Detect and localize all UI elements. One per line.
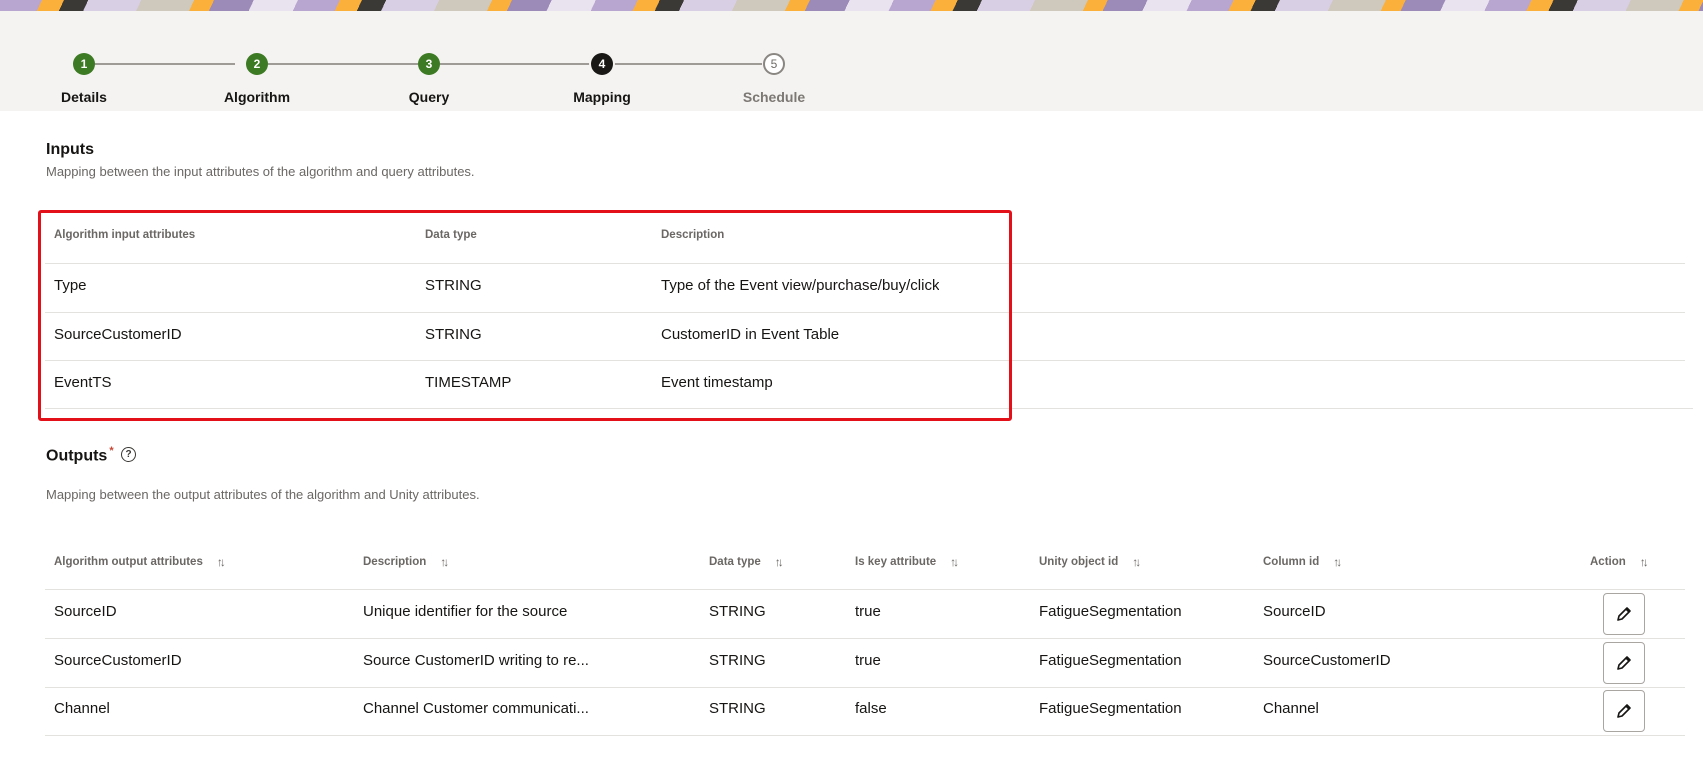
column-header-unity-object-id[interactable]: Unity object id ↑↓ — [1039, 555, 1141, 569]
table-cell: Channel — [54, 700, 110, 717]
table-cell: Unique identifier for the source — [363, 603, 568, 620]
step-train: 1 Details 2 Algorithm 3 Query 4 Mapping … — [0, 11, 1703, 111]
edit-button[interactable] — [1603, 690, 1645, 732]
table-cell: SourceID — [54, 603, 117, 620]
step-connector — [440, 63, 590, 65]
step-4-indicator[interactable]: 4 — [591, 53, 613, 75]
step-1-indicator[interactable]: 1 — [73, 53, 95, 75]
step-connector — [612, 63, 762, 65]
row-divider — [45, 638, 1685, 639]
outputs-description: Mapping between the output attributes of… — [46, 487, 480, 502]
sort-arrows-icon[interactable]: ↑↓ — [950, 555, 959, 569]
table-cell: Source CustomerID writing to re... — [363, 652, 589, 669]
pencil-icon — [1617, 704, 1631, 718]
column-header-data-type[interactable]: Data type ↑↓ — [709, 555, 784, 569]
pencil-icon — [1617, 656, 1631, 670]
outputs-title: Outputs * — [46, 445, 114, 465]
table-cell: true — [855, 652, 881, 669]
table-cell: SourceID — [1263, 603, 1326, 620]
edit-button[interactable] — [1603, 593, 1645, 635]
table-cell: false — [855, 700, 887, 717]
sort-arrows-icon[interactable]: ↑↓ — [1132, 555, 1141, 569]
step-connector — [268, 63, 418, 65]
column-header-action[interactable]: Action ↑↓ — [1590, 555, 1649, 569]
outputs-title-text: Outputs — [46, 447, 108, 465]
row-divider — [45, 735, 1685, 736]
sort-arrows-icon[interactable]: ↑↓ — [1640, 555, 1649, 569]
sort-arrows-icon[interactable]: ↑↓ — [217, 555, 226, 569]
pencil-icon — [1617, 607, 1631, 621]
step-3-label[interactable]: Query — [369, 89, 489, 105]
required-marker: * — [109, 445, 114, 457]
sort-arrows-icon[interactable]: ↑↓ — [1333, 555, 1342, 569]
inputs-title: Inputs — [46, 141, 94, 158]
decorative-banner — [0, 0, 1703, 11]
step-5-label[interactable]: Schedule — [714, 89, 834, 105]
table-cell: SourceCustomerID — [54, 652, 182, 669]
row-divider — [45, 687, 1685, 688]
step-5-indicator[interactable]: 5 — [763, 53, 785, 75]
table-cell: FatigueSegmentation — [1039, 603, 1182, 620]
table-cell: STRING — [709, 603, 766, 620]
step-3-indicator[interactable]: 3 — [418, 53, 440, 75]
edit-button[interactable] — [1603, 642, 1645, 684]
column-header-algorithm-output-attributes[interactable]: Algorithm output attributes ↑↓ — [54, 555, 226, 569]
step-2-label[interactable]: Algorithm — [197, 89, 317, 105]
table-cell: Channel Customer communicati... — [363, 700, 589, 717]
table-cell: STRING — [709, 652, 766, 669]
step-connector — [95, 63, 235, 65]
help-circle-icon[interactable]: ? — [121, 447, 136, 462]
table-cell: FatigueSegmentation — [1039, 652, 1182, 669]
step-2-indicator[interactable]: 2 — [246, 53, 268, 75]
table-cell: Channel — [1263, 700, 1319, 717]
row-divider — [45, 589, 1685, 590]
table-cell: STRING — [709, 700, 766, 717]
column-header-column-id[interactable]: Column id ↑↓ — [1263, 555, 1342, 569]
step-4-label[interactable]: Mapping — [542, 89, 662, 105]
step-1-label[interactable]: Details — [24, 89, 144, 105]
column-header-description[interactable]: Description ↑↓ — [363, 555, 449, 569]
table-cell: FatigueSegmentation — [1039, 700, 1182, 717]
highlight-annotation — [38, 210, 1012, 421]
table-cell: true — [855, 603, 881, 620]
sort-arrows-icon[interactable]: ↑↓ — [440, 555, 449, 569]
column-header-is-key-attribute[interactable]: Is key attribute ↑↓ — [855, 555, 959, 569]
table-cell: SourceCustomerID — [1263, 652, 1391, 669]
sort-arrows-icon[interactable]: ↑↓ — [775, 555, 784, 569]
inputs-description: Mapping between the input attributes of … — [46, 164, 475, 179]
